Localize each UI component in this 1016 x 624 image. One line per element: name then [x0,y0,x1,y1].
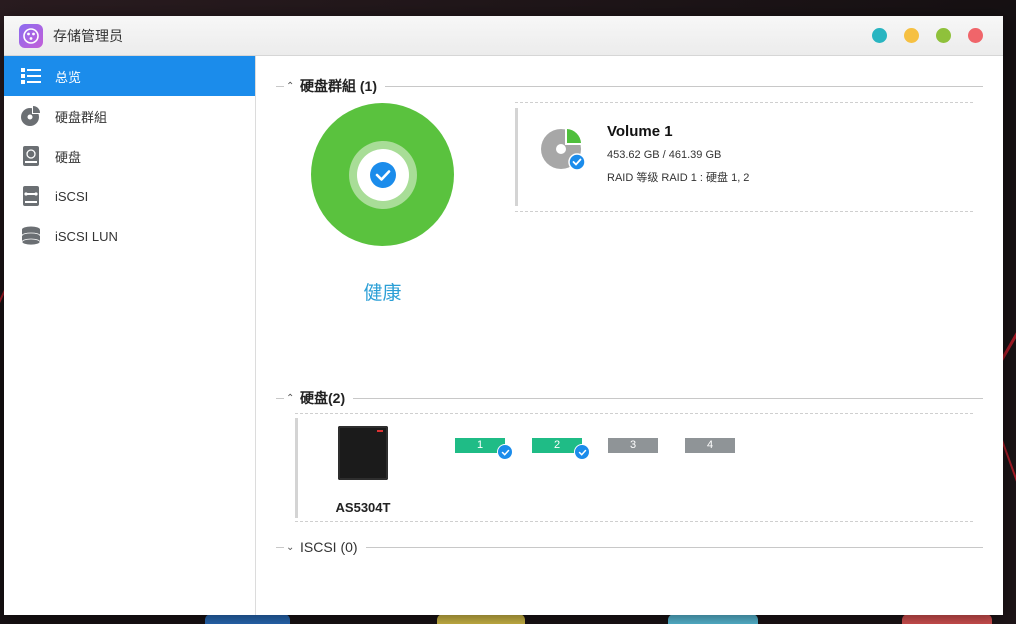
maximize-button[interactable] [936,28,951,43]
chevron-up-icon[interactable]: ⌃ [286,81,300,92]
storage-manager-window: 存储管理员 总览 硬盘群組 硬盘 iSCSI iSCSI LUN ⌃ 硬盘群組 … [4,16,1003,615]
dock-app-icon[interactable] [437,614,525,624]
sidebar: 总览 硬盘群組 硬盘 iSCSI iSCSI LUN [4,56,256,615]
iscsi-icon [20,185,42,207]
slot-label: 1 [476,439,484,451]
sidebar-item-hard-disk[interactable]: 硬盘 [4,136,255,176]
disk-slot-3[interactable]: 3 [608,438,658,453]
volume-raid-info: RAID 等级 RAID 1 : 硬盘 1, 2 [607,172,750,184]
close-button[interactable] [968,28,983,43]
slot-label: 3 [629,439,637,451]
sidebar-item-iscsi-lun[interactable]: iSCSI LUN [4,216,255,256]
disk-slot-4[interactable]: 4 [685,438,735,453]
disk-slot-1[interactable]: 1 [455,438,513,460]
hard-disk-icon [20,145,42,167]
storage-manager-app-icon [19,23,43,48]
volume-name: Volume 1 [607,123,673,140]
dock-app-icon[interactable] [205,614,290,624]
section-divider [353,397,983,399]
main-content: ⌃ 硬盘群組 (1) 健康 Volume 1 453.62 GB / 461.3… [256,56,1003,615]
check-icon [497,444,513,460]
sidebar-item-label: 总览 [55,69,82,85]
dock-app-icon[interactable] [902,614,992,624]
sidebar-item-label: iSCSI [55,188,89,204]
volume-card[interactable]: Volume 1 453.62 GB / 461.39 GB RAID 等级 R… [515,102,973,212]
chevron-up-icon[interactable]: ⌃ [286,393,300,404]
slot-label: 2 [553,439,561,451]
volume-disk-icon [539,125,586,171]
sidebar-item-label: iSCSI LUN [55,228,118,244]
nas-device-card: AS5304T 1 2 3 4 [295,413,973,522]
nas-led [377,430,383,432]
section-divider [276,547,284,548]
section-divider [276,398,284,399]
disks-section-title: 硬盘(2) [300,390,346,406]
iscsi-section-title: ISCSI (0) [300,539,358,555]
disk-slot-2[interactable]: 2 [532,438,590,460]
volume-size: 453.62 GB / 461.39 GB [607,149,722,161]
card-bar [295,418,298,518]
window-controls [872,28,983,43]
iscsi-lun-icon [20,225,42,247]
disk-group-section-header[interactable]: ⌃ 硬盘群組 (1) [276,76,983,96]
health-inner [356,148,409,201]
dock-app-icon[interactable] [668,614,758,624]
section-divider [276,86,284,87]
sidebar-item-disk-group[interactable]: 硬盘群組 [4,96,255,136]
disk-group-icon [20,105,42,127]
overview-list-icon [20,65,42,87]
disks-section-header[interactable]: ⌃ 硬盘(2) [276,388,983,408]
sidebar-item-label: 硬盘群組 [55,109,108,125]
check-icon [574,444,590,460]
sidebar-item-iscsi[interactable]: iSCSI [4,176,255,216]
minimize-button[interactable] [904,28,919,43]
health-ring [348,140,417,209]
health-status-chart [311,103,454,246]
sidebar-item-label: 硬盘 [55,149,82,165]
chevron-down-icon[interactable]: ⌄ [286,542,300,553]
window-title: 存储管理员 [53,27,123,44]
disk-group-section-title: 硬盘群組 (1) [300,78,377,94]
help-button[interactable] [872,28,887,43]
health-status-label: 健康 [363,283,402,304]
title-bar[interactable]: 存储管理员 [4,16,1003,56]
section-divider [365,546,983,548]
nas-device-icon [338,426,388,480]
nas-model-label: AS5304T [335,500,391,515]
sidebar-item-overview[interactable]: 总览 [4,56,255,96]
section-divider [385,85,983,87]
slot-label: 4 [706,439,714,451]
iscsi-section-header[interactable]: ⌄ ISCSI (0) [276,537,983,557]
check-icon [369,161,396,188]
card-bar [515,108,518,206]
